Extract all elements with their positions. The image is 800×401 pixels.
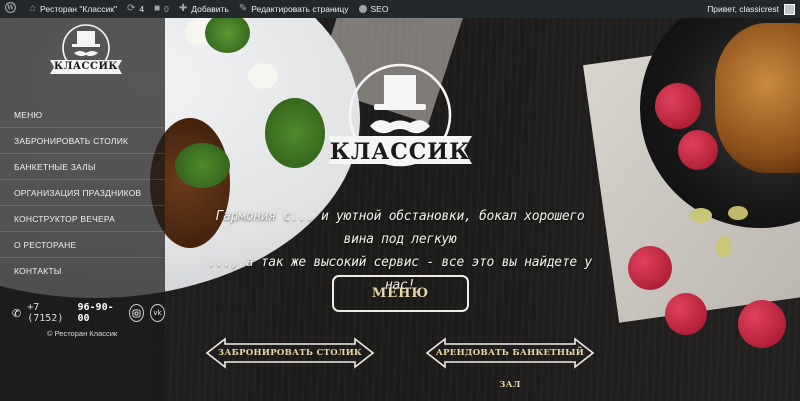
seo-link[interactable]: SEO <box>354 0 394 18</box>
comments-link[interactable]: ■ 0 <box>149 0 174 18</box>
vk-icon[interactable]: vk <box>149 304 166 322</box>
pencil-icon: ✎ <box>238 3 248 14</box>
seo-icon <box>358 5 367 13</box>
raspberry <box>738 300 786 348</box>
plus-icon: ✚ <box>178 3 188 14</box>
edit-page-label: Редактировать страницу <box>251 4 349 14</box>
raspberry <box>628 246 672 290</box>
add-new-link[interactable]: ✚ Добавить <box>174 0 234 18</box>
phone-icon: ✆ <box>12 306 22 320</box>
rent-hall-label: АРЕНДОВАТЬ БАНКЕТНЫЙ ЗАЛ <box>435 348 585 390</box>
site-title: Ресторан "Классик" <box>40 4 117 14</box>
updates-link[interactable]: ⟳ 4 <box>122 0 149 18</box>
phone-number[interactable]: 96-90-00 <box>78 302 117 324</box>
book-table-label: ЗАБРОНИРОВАТЬ СТОЛИК <box>217 348 363 358</box>
book-table-button[interactable]: ЗАБРОНИРОВАТЬ СТОЛИК <box>205 337 375 369</box>
menu-item-book-table[interactable]: ЗАБРОНИРОВАТЬ СТОЛИК <box>0 128 165 154</box>
sidebar: КЛАССИК МЕНЮ ЗАБРОНИРОВАТЬ СТОЛИК БАНКЕТ… <box>0 18 166 401</box>
dessert <box>715 23 800 173</box>
comments-count: 0 <box>164 4 169 14</box>
site-logo[interactable]: КЛАССИК <box>46 22 126 86</box>
menu-item-about[interactable]: О РЕСТОРАНЕ <box>0 232 165 258</box>
hero-logo-text: КЛАССИК <box>329 139 471 165</box>
tagline-line-1: Гармония с... и уютной обстановки, бокал… <box>215 209 585 247</box>
wordpress-icon: W <box>5 2 16 16</box>
raspberry <box>665 293 707 335</box>
admin-bar: W ⌂ Ресторан "Классик" ⟳ 4 ■ 0 ✚ Добавит… <box>0 0 800 18</box>
refresh-icon: ⟳ <box>127 3 136 14</box>
svg-text:W: W <box>6 5 14 12</box>
menu-item-contacts[interactable]: КОНТАКТЫ <box>0 258 165 284</box>
hero-logo: КЛАССИК <box>320 60 480 190</box>
pistachio <box>728 206 748 220</box>
greeting: Привет, classicrest <box>707 4 779 14</box>
pistachio <box>716 236 732 258</box>
raspberry <box>655 83 701 129</box>
raspberry <box>678 130 718 170</box>
food-greens <box>265 98 325 168</box>
seo-label: SEO <box>370 4 389 14</box>
contact-row: ✆ +7 (7152) 96-90-00 vk <box>12 302 166 324</box>
phone-code: +7 (7152) <box>27 302 64 324</box>
main-menu: МЕНЮ ЗАБРОНИРОВАТЬ СТОЛИК БАНКЕТНЫЕ ЗАЛЫ… <box>0 102 165 284</box>
menu-item-menu[interactable]: МЕНЮ <box>0 102 165 128</box>
instagram-icon[interactable] <box>128 304 144 322</box>
menu-button[interactable]: МЕНЮ <box>332 275 469 312</box>
menu-item-banquet-halls[interactable]: БАНКЕТНЫЕ ЗАЛЫ <box>0 154 165 180</box>
edit-page-link[interactable]: ✎ Редактировать страницу <box>234 0 354 18</box>
logo-text: КЛАССИК <box>53 61 119 72</box>
add-new-label: Добавить <box>191 4 229 14</box>
food-cheese <box>248 63 278 89</box>
rent-hall-button[interactable]: АРЕНДОВАТЬ БАНКЕТНЫЙ ЗАЛ <box>425 337 595 390</box>
updates-count: 4 <box>139 4 145 14</box>
home-icon: ⌂ <box>30 3 37 14</box>
menu-item-events[interactable]: ОРГАНИЗАЦИЯ ПРАЗДНИКОВ <box>0 180 165 206</box>
copyright: © Ресторан Классик <box>47 329 118 338</box>
avatar <box>784 3 795 15</box>
account-menu[interactable]: Привет, classicrest <box>702 0 800 18</box>
pistachio <box>690 208 712 223</box>
wordpress-menu[interactable]: W <box>0 0 25 18</box>
comment-icon: ■ <box>154 3 161 14</box>
food-greens <box>175 143 230 188</box>
site-name-link[interactable]: ⌂ Ресторан "Классик" <box>25 0 122 18</box>
menu-item-evening-builder[interactable]: КОНСТРУКТОР ВЕЧЕРА <box>0 206 165 232</box>
